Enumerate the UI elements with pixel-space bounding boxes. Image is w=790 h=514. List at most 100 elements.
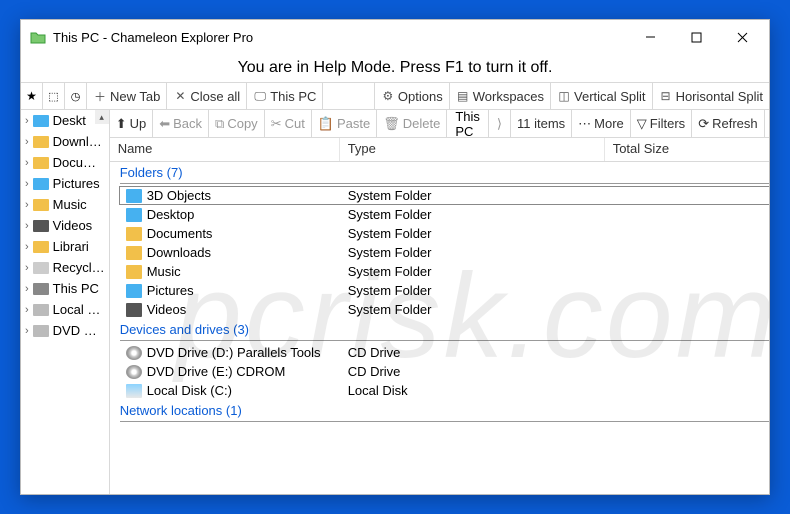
list-item[interactable]: PicturesSystem Folder <box>120 281 769 300</box>
group-header[interactable]: Folders (7) <box>110 162 769 183</box>
up-button[interactable]: ⬆Up <box>110 110 154 137</box>
sidebar-item[interactable]: › Pictures <box>21 173 109 194</box>
list-view-button[interactable]: ☰List View <box>765 110 769 137</box>
col-type[interactable]: Type <box>340 138 605 161</box>
item-type: System Folder <box>346 226 611 241</box>
paste-icon: 📋 <box>318 116 334 132</box>
disc-icon <box>126 346 142 360</box>
sidebar-item[interactable]: › This PC <box>21 278 109 299</box>
item-name: DVD Drive (E:) CDROM <box>147 364 286 379</box>
workspaces-button[interactable]: ▤Workspaces <box>450 83 551 109</box>
sidebar-item-label: Pictures <box>53 176 100 191</box>
up-icon: ⬆ <box>116 116 127 132</box>
expand-icon: › <box>25 178 29 190</box>
sidebar-item-label: This PC <box>53 281 99 296</box>
sidebar-item[interactable]: ›Docu… <box>21 152 109 173</box>
expand-icon: › <box>25 199 29 211</box>
list-item[interactable]: 3D ObjectsSystem Folder <box>119 186 769 205</box>
list-view[interactable]: Name Type Total Size ▴ Folders (7)3D Obj… <box>110 138 769 494</box>
expand-icon: › <box>25 157 29 169</box>
sidebar-item-label: Downl… <box>53 134 102 149</box>
sidebar-item[interactable]: › Videos <box>21 215 109 236</box>
item-size: 9,35 <box>611 345 769 360</box>
group-header[interactable]: Network locations (1) <box>110 400 769 421</box>
new-tab-button[interactable]: ＋New Tab <box>87 83 167 109</box>
delete-button[interactable]: 🗑Delete <box>377 110 447 137</box>
path-tab[interactable]: This PC <box>447 110 489 137</box>
scroll-up-icon[interactable]: ▴ <box>95 110 109 124</box>
horizontal-split-button[interactable]: ⊟Horisontal Split <box>653 83 769 109</box>
item-type: System Folder <box>346 188 611 203</box>
plus-icon: ＋ <box>93 89 107 103</box>
expand-icon: › <box>25 136 29 148</box>
column-header[interactable]: Name Type Total Size <box>110 138 769 162</box>
list-item[interactable]: MusicSystem Folder <box>120 262 769 281</box>
list-item[interactable]: Videos System Folder <box>120 300 769 319</box>
history-toggle[interactable]: ◷ <box>65 83 87 109</box>
folder-icon <box>126 303 142 317</box>
main-panel: ⬆Up ⬅Back ⧉Copy ✂Cut 📋Paste 🗑Delete This… <box>110 110 769 494</box>
options-button[interactable]: ⚙Options <box>375 83 450 109</box>
more-button[interactable]: ⋯More <box>572 110 631 137</box>
sidebar-item[interactable]: › Downl… <box>21 131 109 152</box>
sidebar-item[interactable]: ›Music <box>21 194 109 215</box>
back-button[interactable]: ⬅Back <box>153 110 209 137</box>
sidebar-item-label: Videos <box>53 218 93 233</box>
sidebar-item[interactable]: ›Librari <box>21 236 109 257</box>
sidebar-tree[interactable]: ▴ ›Deskt›Downl…›Docu…›Pictures›Music›Vid… <box>21 110 109 494</box>
folder-icon <box>33 178 49 190</box>
close-button[interactable] <box>719 22 765 52</box>
list-item[interactable]: DVD Drive (E:) CDROMCD Drive1,18 <box>120 362 769 381</box>
expand-icon: › <box>25 283 29 295</box>
favorites-star[interactable]: ★ <box>21 83 43 109</box>
expand-icon: › <box>25 241 29 253</box>
expand-icon: › <box>25 220 29 232</box>
app-icon <box>29 28 47 46</box>
folder-icon <box>126 246 142 260</box>
item-name: Pictures <box>147 283 194 298</box>
help-mode-banner: You are in Help Mode. Press F1 to turn i… <box>21 54 769 82</box>
item-name: Documents <box>147 226 213 241</box>
tree-toggle[interactable]: ⬚ <box>43 83 65 109</box>
back-icon: ⬅ <box>159 116 170 132</box>
item-size: 1,18 <box>611 364 769 379</box>
paste-button[interactable]: 📋Paste <box>312 110 377 137</box>
minimize-button[interactable] <box>627 22 673 52</box>
cut-icon: ✂ <box>271 116 282 132</box>
this-pc-button[interactable]: 🖵This PC <box>247 83 323 109</box>
drive-icon <box>126 384 142 398</box>
sidebar-item[interactable]: ›Local … <box>21 299 109 320</box>
col-name[interactable]: Name <box>110 138 340 161</box>
sidebar-item[interactable]: ›DVD … <box>21 320 109 341</box>
item-name: Desktop <box>147 207 195 222</box>
filters-button[interactable]: ▽Filters <box>631 110 692 137</box>
group-header[interactable]: Devices and drives (3) <box>110 319 769 340</box>
list-item[interactable]: Documents System Folder <box>120 224 769 243</box>
list-item[interactable]: DownloadsSystem Folder <box>120 243 769 262</box>
refresh-icon: ⟳ <box>698 116 709 132</box>
list-item[interactable]: DVD Drive (D:) Parallels ToolsCD Drive9,… <box>120 343 769 362</box>
expand-icon: › <box>25 325 29 337</box>
vertical-split-button[interactable]: ◫Vertical Split <box>551 83 653 109</box>
item-type: System Folder <box>346 302 611 317</box>
hsplit-icon: ⊟ <box>659 89 673 103</box>
filter-icon: ▽ <box>637 116 647 132</box>
list-item[interactable]: DesktopSystem Folder <box>120 205 769 224</box>
monitor-icon: 🖵 <box>253 89 267 103</box>
maximize-button[interactable] <box>673 22 719 52</box>
refresh-button[interactable]: ⟳Refresh <box>692 110 764 137</box>
sidebar-item[interactable]: ›Recycl… <box>21 257 109 278</box>
item-name: Videos <box>147 302 187 317</box>
folder-icon <box>33 157 49 169</box>
close-all-button[interactable]: ✕Close all <box>167 83 247 109</box>
item-name: Music <box>147 264 181 279</box>
col-size[interactable]: Total Size <box>605 138 769 161</box>
folder-icon <box>126 227 142 241</box>
sidebar: ▴ ›Deskt›Downl…›Docu…›Pictures›Music›Vid… <box>21 110 110 494</box>
item-type: System Folder <box>346 245 611 260</box>
cut-button[interactable]: ✂Cut <box>265 110 312 137</box>
list-item[interactable]: Local Disk (C:)Local Disk62,8 <box>120 381 769 400</box>
app-window: This PC - Chameleon Explorer Pro You are… <box>20 19 770 495</box>
copy-button[interactable]: ⧉Copy <box>209 110 265 137</box>
copy-icon: ⧉ <box>215 116 224 132</box>
